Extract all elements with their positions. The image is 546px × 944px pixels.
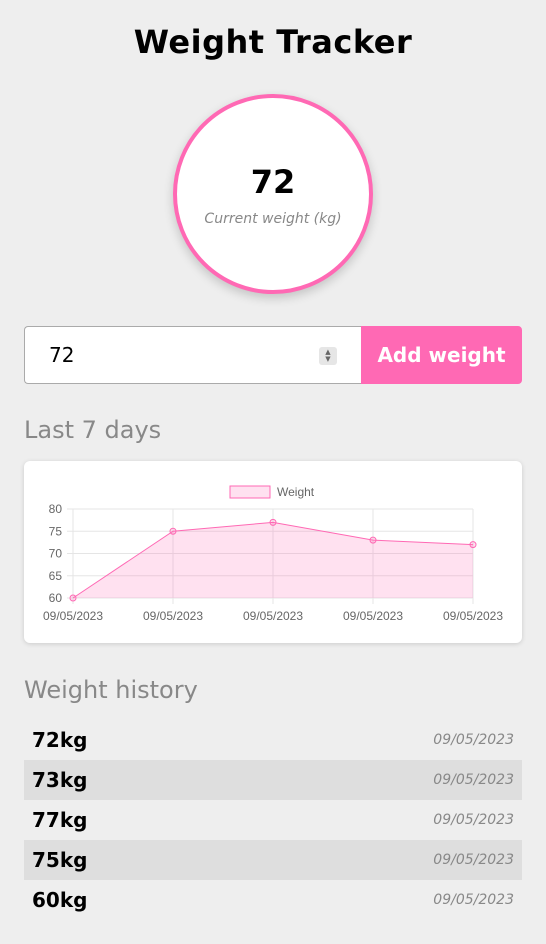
x-tick-label: 09/05/2023	[143, 609, 203, 623]
x-tick-label: 09/05/2023	[243, 609, 303, 623]
history-item: 60kg 09/05/2023	[24, 880, 522, 920]
weight-history-list: 72kg 09/05/2023 73kg 09/05/2023 77kg 09/…	[24, 720, 522, 920]
app-title: Weight Tracker	[133, 23, 413, 61]
number-spinner[interactable]: ▲ ▼	[319, 347, 337, 365]
history-date: 09/05/2023	[433, 892, 514, 908]
x-tick-label: 09/05/2023	[343, 609, 403, 623]
y-tick-label: 65	[49, 569, 63, 583]
current-weight-value: 72	[250, 163, 296, 201]
data-point	[369, 536, 377, 544]
history-date: 09/05/2023	[433, 852, 514, 868]
data-point	[469, 541, 477, 549]
history-weight: 77kg	[32, 808, 88, 832]
chart-section-title: Last 7 days	[24, 416, 162, 444]
legend-swatch	[229, 485, 271, 499]
data-point	[269, 518, 277, 526]
data-point	[169, 527, 177, 535]
y-tick-label: 60	[49, 591, 63, 605]
y-tick-label: 75	[49, 524, 63, 538]
history-date: 09/05/2023	[433, 732, 514, 748]
history-date: 09/05/2023	[433, 812, 514, 828]
history-item: 73kg 09/05/2023	[24, 760, 522, 800]
weight-input-value: 72	[49, 343, 75, 367]
y-tick-label: 80	[49, 502, 63, 516]
series-area	[73, 522, 473, 598]
history-item: 77kg 09/05/2023	[24, 800, 522, 840]
history-weight: 60kg	[32, 888, 88, 912]
legend-label: Weight	[277, 485, 315, 499]
history-weight: 72kg	[32, 728, 88, 752]
history-weight: 75kg	[32, 848, 88, 872]
current-weight-circle: 72 Current weight (kg)	[173, 94, 373, 294]
history-item: 72kg 09/05/2023	[24, 720, 522, 760]
x-tick-label: 09/05/2023	[43, 609, 103, 623]
history-weight: 73kg	[32, 768, 88, 792]
weight-chart: 60 65 70 75 80 09/05/2023 09/05/2023 09/05/2023…	[43, 485, 503, 623]
history-date: 09/05/2023	[433, 772, 514, 788]
current-weight-label: Current weight (kg)	[204, 211, 342, 227]
add-weight-button[interactable]: Add weight	[361, 326, 522, 384]
x-tick-label: 09/05/2023	[443, 609, 503, 623]
weight-input[interactable]: 72 ▲ ▼	[24, 326, 361, 384]
data-point	[69, 594, 77, 602]
weight-chart-card: 60 65 70 75 80 09/05/2023 09/05/2023 09/05/2023…	[24, 461, 522, 643]
y-tick-label: 70	[49, 547, 63, 561]
history-section-title: Weight history	[24, 676, 198, 704]
spinner-down-icon[interactable]: ▼	[325, 356, 330, 363]
history-item: 75kg 09/05/2023	[24, 840, 522, 880]
add-weight-form: 72 ▲ ▼ Add weight	[24, 326, 522, 384]
